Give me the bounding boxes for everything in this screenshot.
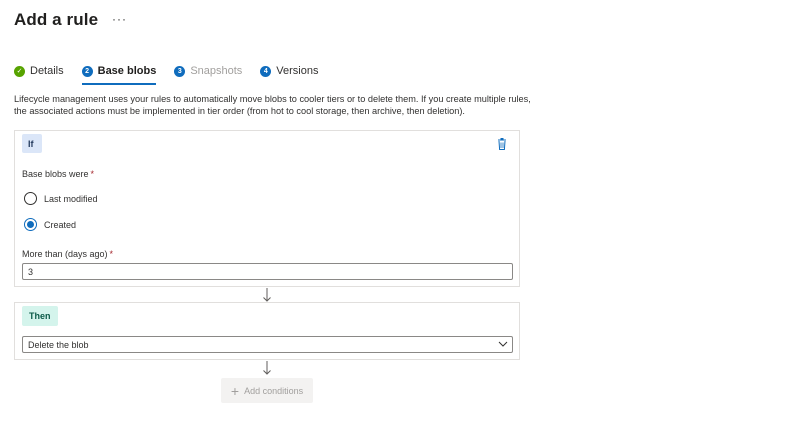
trash-icon[interactable] — [497, 138, 507, 150]
page-title: Add a rule — [14, 10, 99, 29]
then-chip: Then — [22, 306, 58, 326]
step-number-icon: 4 — [260, 65, 272, 77]
required-marker: * — [109, 249, 114, 259]
radio-label: Last modified — [44, 193, 98, 204]
days-label: More than (days ago) * — [22, 249, 113, 259]
wizard-tabs: ✓ Details 2 Base blobs 3 Snapshots 4 Ver… — [14, 63, 337, 85]
arrow-down-icon — [263, 361, 271, 375]
tab-label: Details — [30, 65, 64, 77]
if-chip: If — [22, 134, 42, 153]
add-conditions-label: Add conditions — [244, 385, 304, 396]
checkmark-icon: ✓ — [14, 65, 25, 77]
step-number-icon: 2 — [81, 65, 93, 77]
plus-icon: + — [230, 382, 240, 399]
then-action-card: Then Delete the blob — [14, 302, 520, 360]
tab-label: Snapshots — [190, 65, 243, 77]
radio-circle-icon — [24, 192, 37, 205]
tab-snapshots[interactable]: 3 Snapshots — [174, 63, 242, 79]
add-conditions-button[interactable]: + Add conditions — [221, 378, 313, 403]
tab-details[interactable]: ✓ Details — [14, 63, 64, 79]
days-label-text: More than (days ago) — [22, 249, 108, 259]
radio-last-modified[interactable]: Last modified — [24, 192, 98, 205]
days-input[interactable] — [22, 263, 513, 280]
base-blobs-label-text: Base blobs were — [22, 169, 89, 179]
action-dropdown[interactable]: Delete the blob — [22, 336, 513, 353]
arrow-down-icon — [263, 288, 271, 302]
chevron-down-icon — [498, 341, 508, 347]
base-blobs-label: Base blobs were * — [22, 169, 94, 179]
more-options-button[interactable]: ··· — [112, 12, 127, 26]
tab-versions[interactable]: 4 Versions — [260, 63, 319, 79]
action-dropdown-value: Delete the blob — [28, 340, 89, 350]
if-condition-card: If Base blobs were * Last modified Create… — [14, 130, 520, 287]
description-text: Lifecycle management uses your rules to … — [14, 94, 531, 116]
radio-selected-icon — [24, 218, 37, 231]
tab-base-blobs[interactable]: 2 Base blobs — [81, 63, 157, 85]
tab-label: Base blobs — [97, 65, 157, 77]
radio-label: Created — [44, 219, 77, 230]
required-marker: * — [90, 169, 95, 179]
radio-created[interactable]: Created — [24, 218, 76, 231]
tab-label: Versions — [276, 65, 319, 77]
step-number-icon: 3 — [174, 65, 186, 77]
